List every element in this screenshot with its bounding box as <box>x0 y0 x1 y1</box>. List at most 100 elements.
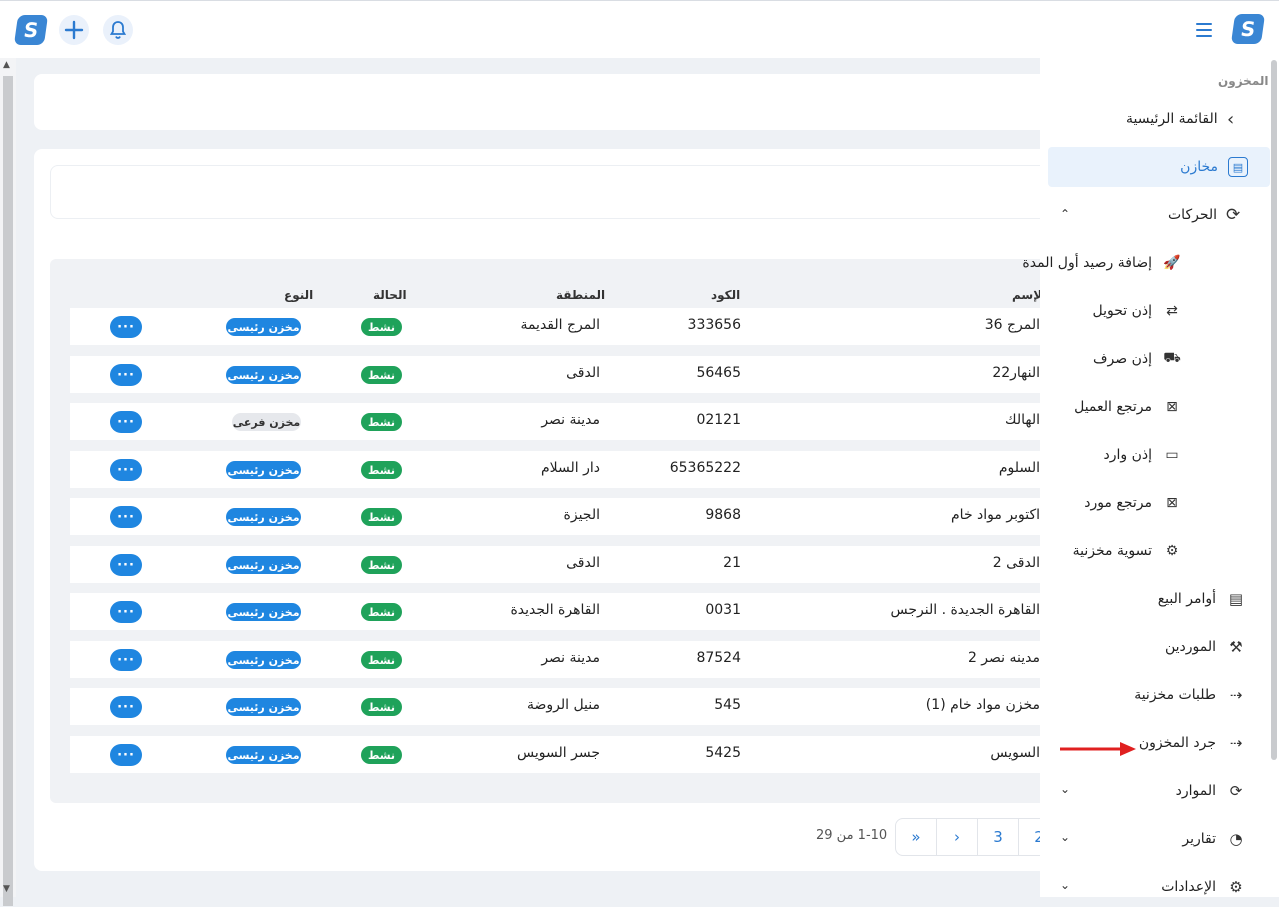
brand-logo-icon[interactable]: S <box>1230 14 1266 44</box>
type-badge: مخزن رئيسى <box>226 746 301 764</box>
sidebar-item-movements[interactable]: الحركات <box>1168 195 1217 235</box>
package-in-icon: ▭ <box>1165 447 1179 463</box>
chevron-left-icon[interactable]: ‹ <box>1227 109 1234 130</box>
cell-name: السويس <box>990 745 1040 761</box>
box-return-icon: ⊠ <box>1166 495 1178 511</box>
sidebar-item[interactable]: ⇢ جرد المخزون <box>1139 723 1246 763</box>
sidebar-item-main-menu[interactable]: القائمة الرئيسية <box>1126 99 1218 139</box>
sidebar-item[interactable]: ◔ تقارير <box>1182 819 1246 859</box>
sidebar-item-label: الموارد <box>1175 783 1216 799</box>
type-badge: مخزن رئيسى <box>226 603 301 621</box>
cell-region: مدينة نصر <box>541 650 600 666</box>
sidebar-subitem[interactable]: ⇄ إذن تحويل <box>1092 291 1182 331</box>
cell-code: 65365222 <box>669 460 741 476</box>
table-row[interactable]: المرج 36 333656 المرج القديمة نشط مخزن رئيسى… <box>70 308 1045 345</box>
scroll-down-icon[interactable]: ▼ <box>3 884 10 894</box>
chevron-down-icon[interactable]: ⌄ <box>1060 782 1070 796</box>
sidebar-item[interactable]: ⟳ الموارد <box>1176 771 1246 811</box>
cell-name: مدينه نصر 2 <box>967 650 1040 666</box>
status-badge: نشط <box>361 746 402 764</box>
cell-region: المرج القديمة <box>520 317 600 333</box>
row-actions-button[interactable]: ··· <box>110 601 142 623</box>
sidebar-subitem[interactable]: ⊠ مرتجع مورد <box>1084 483 1182 523</box>
sidebar-item[interactable]: ▤ أوامر البيع <box>1158 579 1246 619</box>
scroll-up-icon[interactable]: ▲ <box>3 60 10 70</box>
table-row[interactable]: السويس 5425 جسر السويس نشط مخزن رئيسى ··· <box>70 736 1045 773</box>
sidebar-subitem[interactable]: ⛟ إذن صرف <box>1093 339 1182 379</box>
row-actions-button[interactable]: ··· <box>110 459 142 481</box>
row-actions-button[interactable]: ··· <box>110 554 142 576</box>
status-badge: نشط <box>361 318 402 336</box>
table-row[interactable]: مدينه نصر 2 87524 مدينة نصر نشط مخزن رئيسى ··… <box>70 641 1045 678</box>
menu-toggle-icon[interactable] <box>1196 23 1212 37</box>
sidebar-subitem[interactable]: ⊠ مرتجع العميل <box>1074 387 1182 427</box>
settlement-icon: ⚙ <box>1165 543 1179 559</box>
inventory-count-icon: ⇢ <box>1229 734 1243 752</box>
add-button[interactable] <box>59 15 89 45</box>
sidebar-item-label: إذن وارد <box>1103 447 1152 463</box>
app-logo-icon[interactable]: S <box>13 15 49 45</box>
sidebar-subitem[interactable]: 🚀 إضافة رصيد أول المدة <box>1022 243 1182 283</box>
sidebar-scrollbar[interactable] <box>1271 60 1277 760</box>
type-badge: مخزن رئيسى <box>226 556 301 574</box>
sidebar-subitem[interactable]: ▭ إذن وارد <box>1103 435 1182 475</box>
table-row[interactable]: الهالك 02121 مدينة نصر نشط مخزن فرعى ··· <box>70 403 1045 440</box>
warehouse-icon: ▤ <box>1228 157 1248 177</box>
cell-code: 02121 <box>696 412 741 428</box>
cell-name: السلوم <box>998 460 1040 476</box>
sidebar-item-stores[interactable]: ▤ مخازن <box>1048 147 1270 187</box>
status-badge: نشط <box>361 603 402 621</box>
page-3-button[interactable]: 3 <box>978 819 1019 855</box>
notifications-button[interactable] <box>103 15 133 45</box>
sidebar-subitem[interactable]: ⚙ تسوية مخزنية <box>1073 531 1182 571</box>
chevron-down-icon[interactable]: ⌄ <box>1060 878 1070 892</box>
transfer-icon: ⇄ <box>1166 303 1178 319</box>
sidebar-item-label: تسوية مخزنية <box>1072 543 1152 559</box>
sidebar-item[interactable]: ⇢ طلبات مخزنية <box>1134 675 1246 715</box>
table-row[interactable]: مخزن مواد خام (1) 545 منيل الروضة نشط مخزن ر… <box>70 688 1045 725</box>
table-row[interactable]: الدقى 2 21 الدقى نشط مخزن رئيسى ··· <box>70 546 1045 583</box>
page-next-button[interactable]: › <box>937 819 978 855</box>
sidebar-item-label: القائمة الرئيسية <box>1126 111 1218 127</box>
status-badge: نشط <box>361 366 402 384</box>
truck-icon: ⛟ <box>1163 350 1181 366</box>
row-actions-button[interactable]: ··· <box>110 316 142 338</box>
sidebar-item-label: مرتجع العميل <box>1074 399 1152 415</box>
chevron-down-icon[interactable]: ⌄ <box>1060 830 1070 844</box>
sidebar-item[interactable]: ⚒ الموردين <box>1165 627 1246 667</box>
scroll-thumb[interactable] <box>3 76 13 906</box>
type-badge: مخزن رئيسى <box>226 366 301 384</box>
bell-icon <box>109 21 127 39</box>
cell-region: دار السلام <box>540 460 600 476</box>
type-badge: مخزن رئيسى <box>226 651 301 669</box>
row-actions-button[interactable]: ··· <box>110 364 142 386</box>
chevron-up-icon[interactable]: ⌃ <box>1060 207 1070 221</box>
status-badge: نشط <box>361 651 402 669</box>
cell-name: الهالك <box>1005 412 1040 428</box>
row-actions-button[interactable]: ··· <box>110 649 142 671</box>
sidebar-item-label: مرتجع مورد <box>1084 495 1152 511</box>
header-type[interactable]: النوع <box>284 288 313 302</box>
header-code[interactable]: الكود <box>711 288 740 302</box>
row-actions-button[interactable]: ··· <box>110 411 142 433</box>
header-status[interactable]: الحالة <box>373 288 407 302</box>
row-actions-button[interactable]: ··· <box>110 696 142 718</box>
suppliers-icon: ⚒ <box>1229 638 1243 656</box>
sidebar-item[interactable]: ⚙ الإعدادات <box>1161 867 1246 907</box>
header-region[interactable]: المنطقة <box>556 288 605 302</box>
page-last-button[interactable]: » <box>896 819 937 855</box>
cell-code: 0031 <box>705 602 741 618</box>
table-row[interactable]: النهار22 56465 الدقى نشط مخزن رئيسى ··· <box>70 356 1045 393</box>
row-actions-button[interactable]: ··· <box>110 744 142 766</box>
status-badge: نشط <box>361 461 402 479</box>
type-badge: مخزن رئيسى <box>226 461 301 479</box>
table-row[interactable]: القاهرة الجديدة . النرجس 0031 القاهرة الجد… <box>70 593 1045 630</box>
row-actions-button[interactable]: ··· <box>110 506 142 528</box>
top-bar: S S <box>0 0 1279 58</box>
table-row[interactable]: السلوم 65365222 دار السلام نشط مخزن رئيسى ··· <box>70 451 1045 488</box>
table-row[interactable]: اكتوبر مواد خام 9868 الجيزة نشط مخزن رئيسى ··… <box>70 498 1045 535</box>
page-scrollbar[interactable]: ▲ ▼ <box>0 58 16 906</box>
cell-code: 21 <box>723 555 741 571</box>
refresh-icon: ⟳ <box>1226 205 1241 225</box>
type-badge: مخزن رئيسى <box>226 318 301 336</box>
